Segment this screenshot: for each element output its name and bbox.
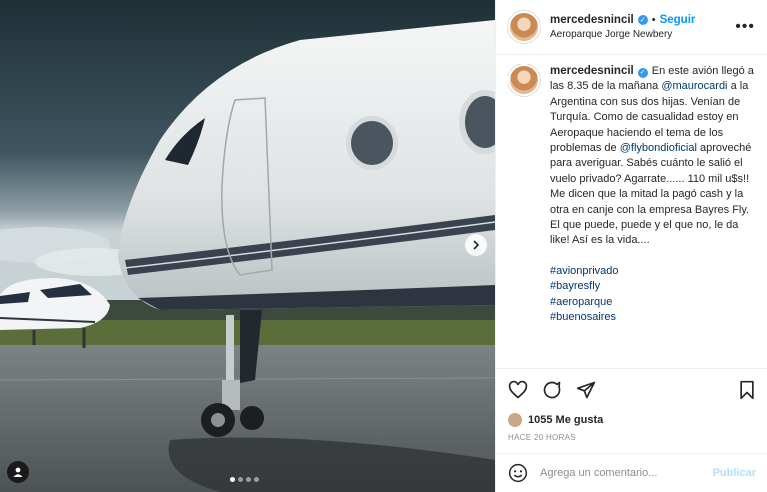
tagged-users-button[interactable] xyxy=(7,461,29,483)
location-link[interactable]: Aeroparque Jorge Newbery xyxy=(550,29,695,40)
hashtag-link[interactable]: #avionprivado xyxy=(550,265,619,277)
hashtag-link[interactable]: #bayresfly xyxy=(550,280,600,292)
caption-line: El que puede, puede y el que no, le da l… xyxy=(550,219,739,247)
verified-badge-icon: ✓ xyxy=(637,15,648,25)
follow-button[interactable]: Seguir xyxy=(660,14,696,26)
publish-button[interactable]: Publicar xyxy=(713,467,756,479)
post-side-panel: mercedesnincil ✓ • Seguir Aeroparque Jor… xyxy=(495,0,767,492)
post-caption: mercedesnincil ✓ En este avión llegó a las… xyxy=(508,64,758,368)
post-header: mercedesnincil ✓ • Seguir Aeroparque Jor… xyxy=(496,0,767,55)
chevron-right-icon xyxy=(473,240,480,250)
caption-username-link[interactable]: mercedesnincil xyxy=(550,65,634,77)
carousel-dot xyxy=(254,477,259,482)
caption-text: mercedesnincil ✓ En este avión llegó a las… xyxy=(550,64,758,368)
verified-badge-icon: ✓ xyxy=(637,67,648,78)
share-icon[interactable] xyxy=(576,380,596,400)
comment-icon[interactable] xyxy=(542,380,562,400)
hashtag-link[interactable]: #buenosaires xyxy=(550,311,616,323)
liker-avatar xyxy=(508,413,522,427)
bookmark-icon[interactable] xyxy=(738,380,756,400)
user-icon xyxy=(13,467,23,477)
likes-label: Me gusta xyxy=(555,414,604,426)
emoji-icon[interactable] xyxy=(508,463,528,483)
post-actions: 1055 Me gusta HACE 20 HORAS xyxy=(496,368,767,442)
avatar[interactable] xyxy=(508,64,540,96)
carousel-dot xyxy=(246,477,251,482)
next-slide-button[interactable] xyxy=(465,234,487,256)
username-link[interactable]: mercedesnincil xyxy=(550,14,634,26)
carousel-dot xyxy=(238,477,243,482)
caption-line: Me dicen que la mitad la pagó cash y la … xyxy=(550,188,750,216)
post-timestamp[interactable]: HACE 20 HORAS xyxy=(508,433,756,442)
hashtag-link[interactable]: #aeroparque xyxy=(550,296,612,308)
likes-count: 1055 xyxy=(528,414,553,426)
mention-link[interactable]: @flybondioficial xyxy=(620,142,697,154)
post-photo[interactable] xyxy=(0,0,495,492)
comment-input[interactable] xyxy=(540,467,701,479)
carousel-dot xyxy=(230,477,235,482)
carousel-indicator xyxy=(230,477,259,482)
mention-link[interactable]: @maurocardi xyxy=(661,80,727,92)
comment-bar: Publicar xyxy=(496,453,767,492)
avatar[interactable] xyxy=(508,11,540,43)
separator: • xyxy=(651,14,656,26)
instagram-post: mercedesnincil ✓ • Seguir Aeroparque Jor… xyxy=(0,0,767,492)
private-jet-image xyxy=(0,0,495,492)
likes-summary[interactable]: 1055 Me gusta xyxy=(508,413,756,427)
heart-icon[interactable] xyxy=(508,380,528,400)
more-options-icon[interactable]: ••• xyxy=(735,18,755,36)
